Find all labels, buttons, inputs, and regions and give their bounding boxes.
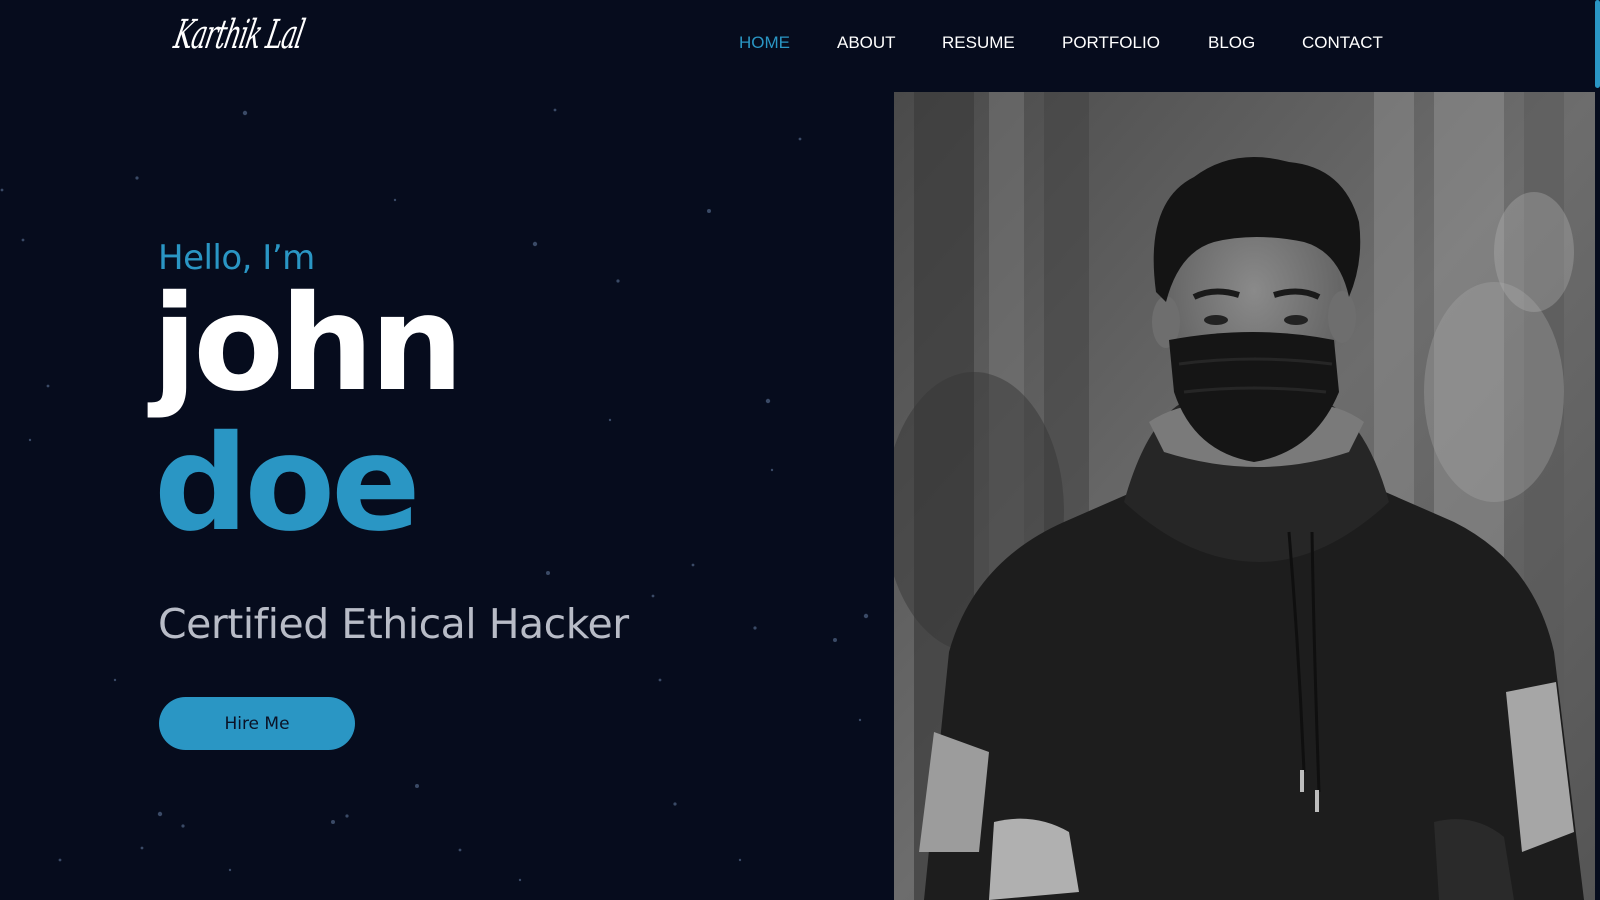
page: Karthik Lal HOME ABOUT RESUME PORTFOLIO … (0, 0, 1600, 900)
nav-item-home[interactable]: HOME (739, 33, 790, 53)
nav-item-blog[interactable]: BLOG (1208, 33, 1255, 53)
portrait-illustration (894, 92, 1595, 900)
nav-item-about[interactable]: ABOUT (837, 33, 896, 53)
hero-last-name: doe (154, 407, 421, 561)
scrollbar-thumb[interactable] (1595, 0, 1600, 88)
hero-portrait-photo (894, 92, 1595, 900)
hero-role: Certified Ethical Hacker (158, 600, 629, 648)
nav-item-contact[interactable]: CONTACT (1302, 33, 1383, 53)
nav-item-resume[interactable]: RESUME (942, 33, 1015, 53)
nav-item-portfolio[interactable]: PORTFOLIO (1062, 33, 1160, 53)
site-header: Karthik Lal HOME ABOUT RESUME PORTFOLIO … (0, 0, 1600, 90)
hire-me-button-label: Hire Me (224, 713, 290, 734)
hero-first-name: john (152, 267, 464, 421)
main-nav: HOME ABOUT RESUME PORTFOLIO BLOG CONTACT (0, 33, 1600, 57)
hire-me-button[interactable]: Hire Me (159, 697, 355, 750)
